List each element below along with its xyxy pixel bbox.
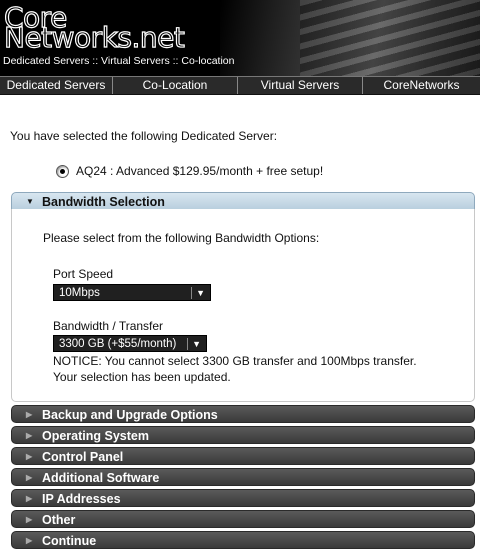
transfer-label: Bandwidth / Transfer: [53, 319, 164, 333]
tagline: Dedicated Servers :: Virtual Servers :: …: [3, 55, 235, 67]
transfer-select[interactable]: 3300 GB (+$55/month) ▼: [53, 335, 207, 352]
select-divider: [191, 287, 192, 299]
server-option-label: AQ24 : Advanced $129.95/month + free set…: [76, 164, 324, 178]
panel-title: Backup and Upgrade Options: [42, 408, 218, 422]
logo-networks[interactable]: Networks.net: [3, 23, 185, 52]
panel-operating-system[interactable]: ▶ Operating System: [11, 426, 475, 444]
panel-bandwidth-selection[interactable]: ▼ Bandwidth Selection: [11, 192, 475, 210]
panel-other[interactable]: ▶ Other: [11, 510, 475, 528]
select-divider: [187, 338, 188, 350]
port-speed-select[interactable]: 10Mbps ▼: [53, 284, 211, 301]
triangle-right-icon: ▶: [26, 410, 33, 419]
panel-title: Operating System: [42, 429, 149, 443]
panel-title: Continue: [42, 534, 97, 548]
caret-down-icon: ▼: [192, 339, 201, 349]
panel-additional-software[interactable]: ▶ Additional Software: [11, 468, 475, 486]
triangle-right-icon: ▶: [26, 473, 33, 482]
panel-ip-addresses[interactable]: ▶ IP Addresses: [11, 489, 475, 507]
header-stripes-graphic: [300, 0, 480, 76]
transfer-value: 3300 GB (+$55/month): [59, 338, 177, 350]
bandwidth-instructions: Please select from the following Bandwid…: [43, 231, 320, 245]
notice-text: NOTICE: You cannot select 3300 GB transf…: [53, 354, 417, 368]
caret-down-icon: ▼: [196, 288, 205, 298]
bandwidth-panel-body: Please select from the following Bandwid…: [11, 209, 475, 402]
panel-title: Additional Software: [42, 471, 160, 485]
nav-co-location[interactable]: Co-Location: [113, 77, 238, 94]
nav-corenetworks[interactable]: CoreNetworks: [363, 77, 480, 94]
panel-control-panel[interactable]: ▶ Control Panel: [11, 447, 475, 465]
panel-continue[interactable]: ▶ Continue: [11, 531, 475, 549]
nav-virtual-servers[interactable]: Virtual Servers: [238, 77, 363, 94]
panel-title: Control Panel: [42, 450, 124, 464]
site-header: Core Networks.net Dedicated Servers :: V…: [0, 0, 480, 76]
panel-title: Other: [42, 513, 76, 527]
triangle-right-icon: ▶: [26, 515, 33, 524]
server-radio[interactable]: [56, 164, 69, 178]
main-nav: Dedicated Servers Co-Location Virtual Se…: [0, 76, 480, 95]
selection-intro: You have selected the following Dedicate…: [10, 129, 278, 143]
server-option[interactable]: AQ24 : Advanced $129.95/month + free set…: [56, 164, 323, 178]
port-speed-label: Port Speed: [53, 267, 114, 281]
panel-backup-upgrade[interactable]: ▶ Backup and Upgrade Options: [11, 405, 475, 423]
panel-title: IP Addresses: [42, 492, 121, 506]
triangle-right-icon: ▶: [26, 452, 33, 461]
triangle-right-icon: ▶: [26, 494, 33, 503]
port-speed-value: 10Mbps: [59, 287, 100, 299]
radio-selected-dot: [60, 168, 65, 174]
triangle-right-icon: ▶: [26, 431, 33, 440]
triangle-right-icon: ▶: [26, 536, 33, 545]
notice-update-text: Your selection has been updated.: [53, 370, 231, 384]
nav-dedicated-servers[interactable]: Dedicated Servers: [0, 77, 113, 94]
